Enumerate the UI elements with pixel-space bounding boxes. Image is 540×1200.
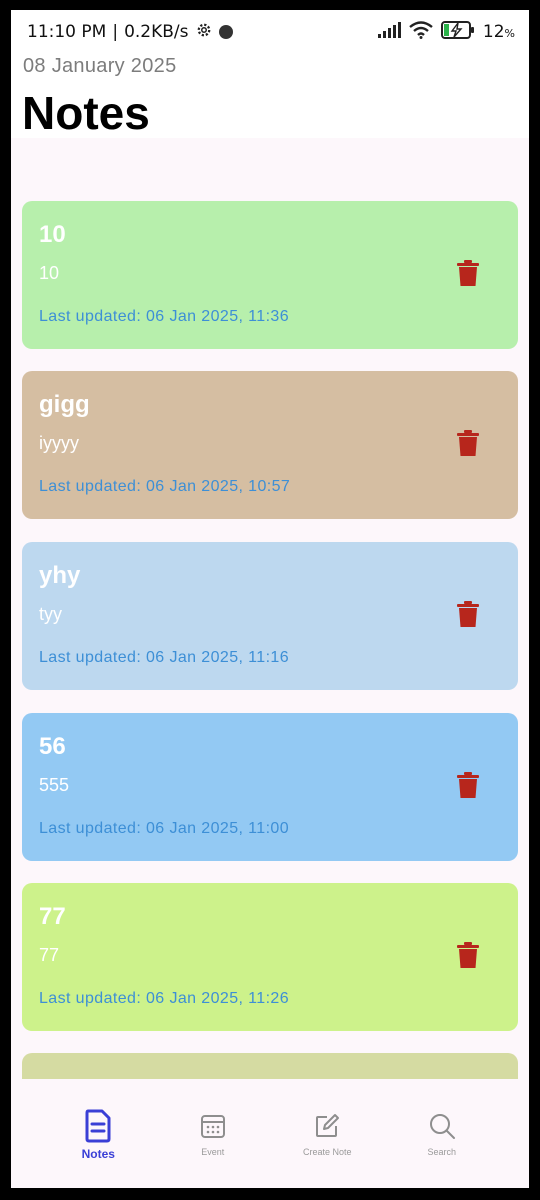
note-document-icon bbox=[83, 1109, 113, 1143]
status-bar: 11:10 PM | 0.2KB/s 12% bbox=[11, 10, 529, 54]
note-body: 10 bbox=[39, 263, 60, 283]
delete-note-button[interactable] bbox=[456, 429, 480, 461]
nav-label-notes: Notes bbox=[81, 1147, 115, 1161]
network-speed: 0.2KB/s bbox=[124, 22, 189, 42]
note-card[interactable]: 10 10 Last updated: 06 Jan 2025, 11:36 bbox=[22, 201, 518, 349]
note-body: 77 bbox=[39, 945, 60, 965]
trash-icon bbox=[457, 771, 479, 803]
note-title: 77 bbox=[39, 903, 66, 930]
note-body: 555 bbox=[39, 775, 70, 795]
nav-label-event: Event bbox=[201, 1147, 225, 1157]
settings-gear-icon bbox=[195, 21, 213, 44]
page-title: Notes bbox=[22, 87, 150, 139]
note-title: 56 bbox=[39, 733, 66, 760]
note-last-updated: Last updated: 06 Jan 2025, 11:16 bbox=[39, 649, 290, 666]
search-icon bbox=[427, 1109, 457, 1143]
note-last-updated: Last updated: 06 Jan 2025, 10:57 bbox=[39, 478, 291, 495]
status-separator: | bbox=[112, 22, 119, 42]
current-date: 08 January 2025 bbox=[23, 55, 177, 77]
calendar-icon bbox=[198, 1109, 228, 1143]
status-left: 11:10 PM | 0.2KB/s bbox=[27, 21, 233, 44]
delete-note-button[interactable] bbox=[456, 259, 480, 291]
note-card[interactable]: 77 77 Last updated: 06 Jan 2025, 11:26 bbox=[22, 883, 518, 1031]
delete-note-button[interactable] bbox=[456, 771, 480, 803]
trash-icon bbox=[457, 259, 479, 291]
note-last-updated: Last updated: 06 Jan 2025, 11:36 bbox=[39, 308, 290, 325]
note-title: yhy bbox=[39, 562, 81, 589]
delete-note-button[interactable] bbox=[456, 600, 480, 632]
note-body: tyy bbox=[39, 604, 63, 624]
nav-event[interactable]: Event bbox=[168, 1109, 258, 1157]
trash-icon bbox=[457, 600, 479, 632]
signal-icon bbox=[377, 21, 401, 43]
note-body: iyyyy bbox=[39, 433, 79, 453]
trash-icon bbox=[457, 429, 479, 461]
delete-note-button[interactable] bbox=[456, 941, 480, 973]
battery-percent: 12% bbox=[482, 22, 515, 42]
battery-charging-icon bbox=[440, 20, 475, 44]
note-card[interactable]: gigg iyyyy Last updated: 06 Jan 2025, 10… bbox=[22, 371, 518, 519]
note-last-updated: Last updated: 06 Jan 2025, 11:00 bbox=[39, 820, 290, 837]
bottom-navigation: Notes Event Create Note Search bbox=[11, 1079, 529, 1188]
nav-create-note[interactable]: Create Note bbox=[282, 1109, 372, 1157]
nav-label-create-note: Create Note bbox=[302, 1147, 352, 1157]
note-card[interactable]: 56 555 Last updated: 06 Jan 2025, 11:00 bbox=[22, 713, 518, 861]
note-title: gigg bbox=[39, 391, 90, 418]
wifi-icon bbox=[409, 20, 433, 44]
note-last-updated: Last updated: 06 Jan 2025, 11:26 bbox=[39, 990, 290, 1007]
edit-note-icon bbox=[312, 1109, 342, 1143]
nav-notes[interactable]: Notes bbox=[53, 1109, 143, 1161]
status-time: 11:10 PM bbox=[27, 22, 107, 42]
note-card-partial[interactable] bbox=[22, 1053, 518, 1079]
nav-label-search: Search bbox=[427, 1147, 457, 1157]
note-card[interactable]: yhy tyy Last updated: 06 Jan 2025, 11:16 bbox=[22, 542, 518, 690]
note-title: 10 bbox=[39, 221, 66, 248]
trash-icon bbox=[457, 941, 479, 973]
notes-list[interactable]: 10 10 Last updated: 06 Jan 2025, 11:36 g… bbox=[11, 138, 529, 1079]
phone-screen: 11:10 PM | 0.2KB/s 12% 08 January 2025 N… bbox=[11, 10, 529, 1188]
notification-dot-icon bbox=[218, 25, 233, 39]
nav-search[interactable]: Search bbox=[397, 1109, 487, 1157]
status-right: 12% bbox=[377, 20, 515, 44]
